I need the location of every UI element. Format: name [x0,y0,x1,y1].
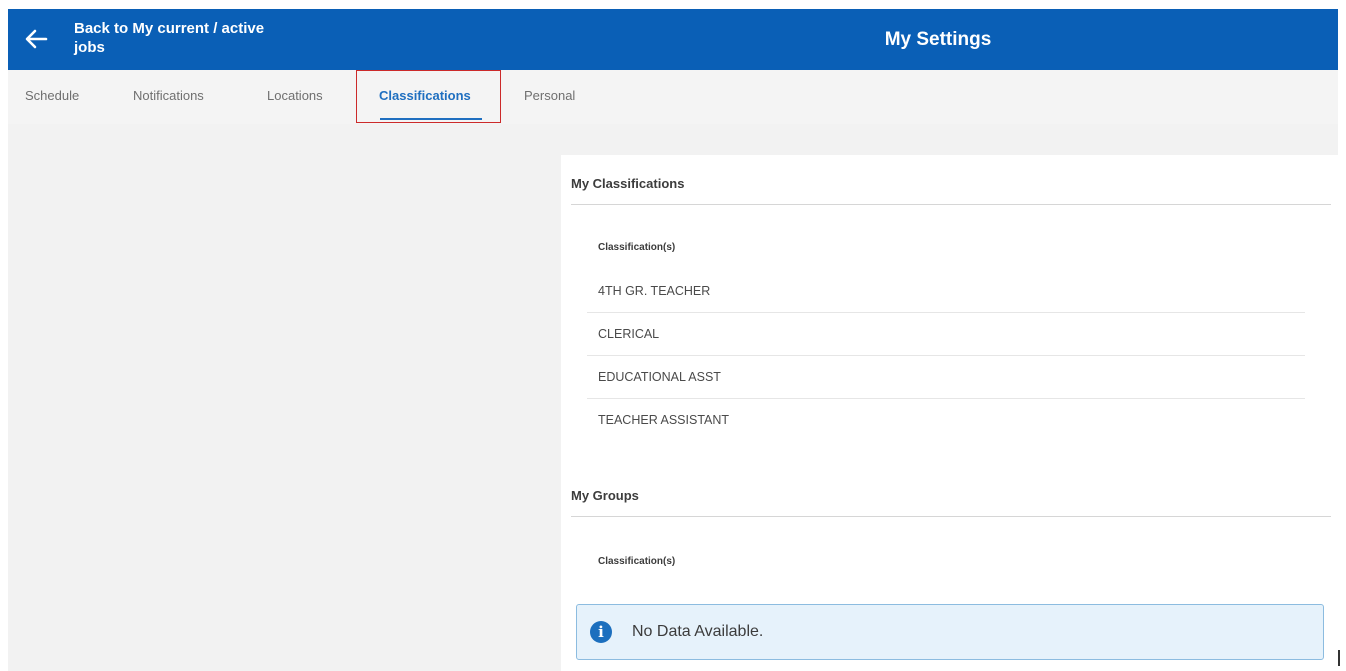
list-item: TEACHER ASSISTANT [587,399,1305,442]
back-button[interactable] [22,19,50,59]
arrow-left-icon [25,29,48,49]
classification-column-header: Classification(s) [598,242,676,253]
tab-locations[interactable]: Locations [267,70,323,124]
list-item: 4TH GR. TEACHER [587,270,1305,313]
my-groups-title: My Groups [571,488,639,503]
groups-column-header: Classification(s) [598,556,676,567]
my-classifications-title: My Classifications [571,176,685,191]
info-icon: i [590,621,612,643]
back-link[interactable]: Back to My current / active jobs [74,19,294,57]
classification-item: EDUCATIONAL ASST [598,370,721,384]
settings-page: Back to My current / active jobs My Sett… [0,0,1346,671]
page-title: My Settings [884,29,992,50]
no-data-alert: i No Data Available. [576,604,1324,660]
tab-schedule[interactable]: Schedule [25,70,79,124]
tab-notifications[interactable]: Notifications [133,70,204,124]
classification-item: CLERICAL [598,327,660,341]
list-item: CLERICAL [587,313,1305,356]
classification-item: TEACHER ASSISTANT [598,413,730,427]
header-bar: Back to My current / active jobs My Sett… [8,9,1338,70]
list-item: EDUCATIONAL ASST [587,356,1305,399]
tab-personal[interactable]: Personal [524,70,575,124]
section-divider [571,204,1331,205]
no-data-message: No Data Available. [632,623,764,640]
classifications-card: My Classifications Classification(s) 4TH… [561,155,1341,671]
classification-item: 4TH GR. TEACHER [598,284,711,298]
tab-highlight-box [356,70,501,123]
settings-tabs: Schedule Notifications Locations Classif… [8,70,1338,125]
text-cursor [1338,650,1340,666]
section-divider [571,516,1331,517]
